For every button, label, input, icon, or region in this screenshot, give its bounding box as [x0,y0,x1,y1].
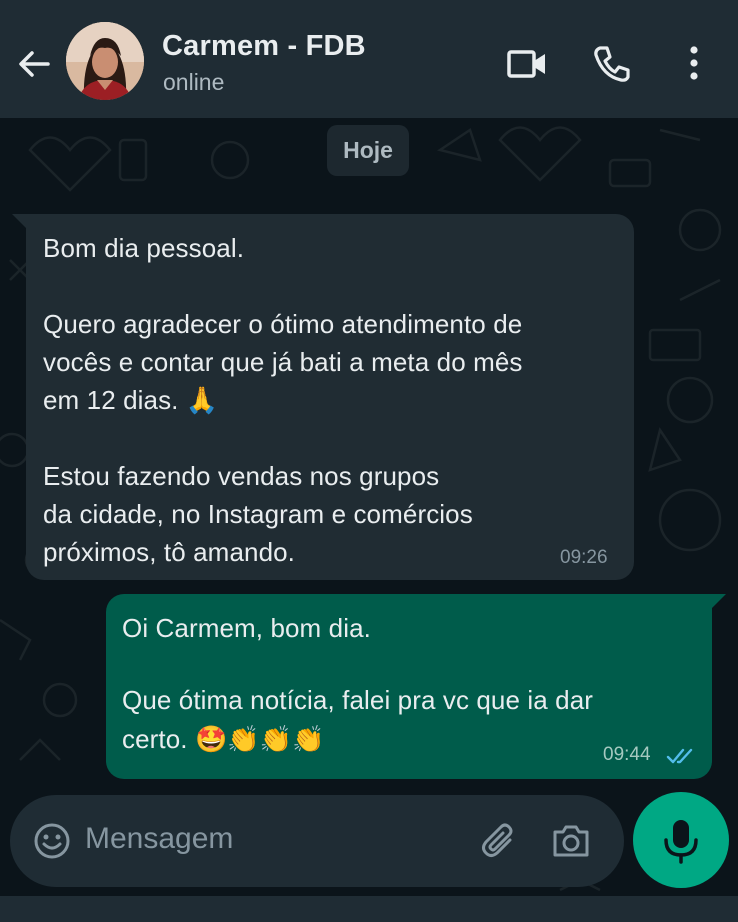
video-call-button[interactable] [505,42,549,86]
incoming-message-bubble[interactable]: Bom dia pessoal. Quero agradecer o ótimo… [12,214,634,580]
message-timestamp: 09:44 [603,744,651,765]
outgoing-message-bubble[interactable]: Oi Carmem, bom dia. Que ótima notícia, f… [106,594,726,779]
chat-header: Carmem - FDB online [0,0,738,118]
avatar-photo [66,22,144,100]
contact-avatar[interactable] [66,22,144,100]
message-line: próximos, tô amando. [43,537,296,567]
contact-status: online [163,69,225,95]
message-line: da cidade, no Instagram e comércios [43,499,473,529]
system-navigation-bar [0,896,738,922]
video-call-icon [507,50,545,78]
message-line: Quero agradecer o ótimo atendimento de [43,309,523,339]
message-input[interactable]: Mensagem [85,822,233,856]
date-separator: Hoje [327,125,409,176]
arrow-left-icon [19,51,50,77]
message-line: Oi Carmem, bom dia. [122,613,371,643]
emoji-button[interactable] [32,821,72,866]
contact-name[interactable]: Carmem - FDB [162,30,366,63]
attach-button[interactable] [478,820,520,867]
phone-icon [594,46,630,82]
paperclip-icon [482,823,513,857]
message-line: Estou fazendo vendas nos grupos [43,461,440,491]
bubble-tail [12,214,28,230]
message-line: Bom dia pessoal. [43,233,245,263]
more-vert-icon [690,46,698,80]
camera-button[interactable] [550,820,592,867]
message-timestamp: 09:26 [560,547,608,568]
double-check-read-icon [666,748,693,764]
back-button[interactable] [14,44,54,84]
message-line: certo. 🤩👏👏👏 [122,724,325,754]
voice-call-button[interactable] [590,42,634,86]
voice-message-button[interactable] [633,792,729,888]
camera-icon [553,825,589,857]
message-composer[interactable]: Mensagem [10,795,624,887]
emoji-icon [34,823,70,859]
chat-screen: Carmem - FDB online Hoje Bom dia pessoal… [0,0,738,922]
message-line: em 12 dias. 🙏 [43,385,219,415]
more-options-button[interactable] [674,42,714,86]
microphone-icon [664,820,698,864]
message-line: Que ótima notícia, falei pra vc que ia d… [122,685,594,715]
bubble-tail [710,594,726,610]
message-line: vocês e contar que já bati a meta do mês [43,347,523,377]
